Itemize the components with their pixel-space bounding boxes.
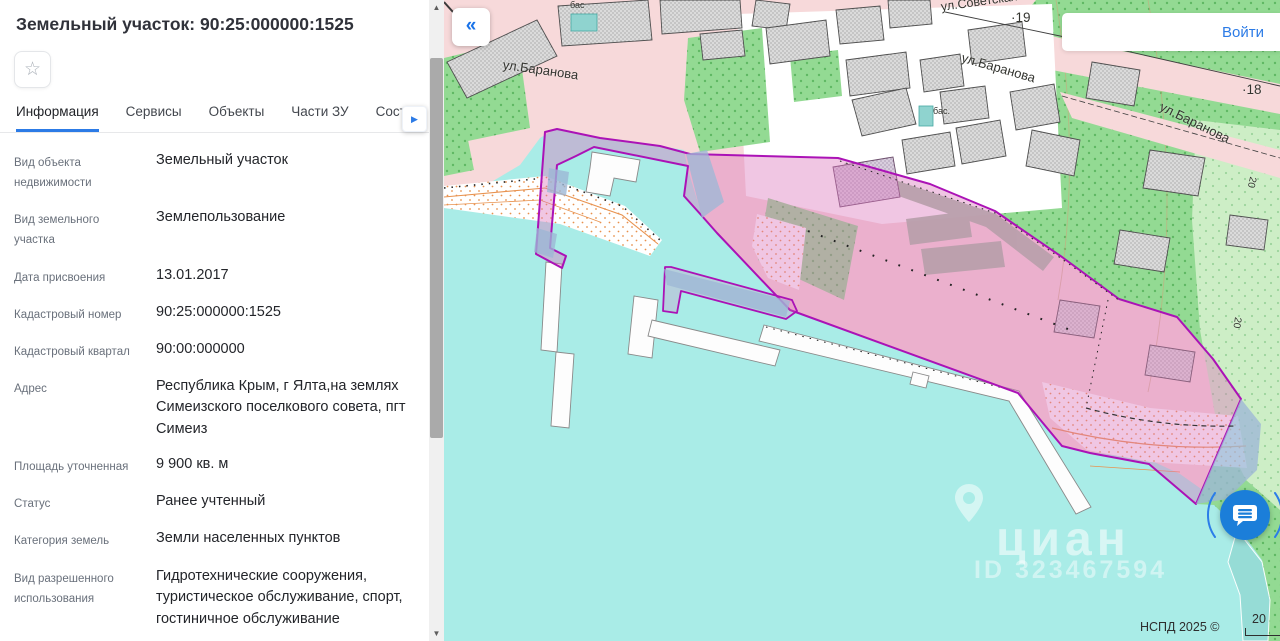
tab-2[interactable]: Объекты (209, 104, 265, 132)
scrollbar-thumb[interactable] (430, 58, 443, 438)
login-button[interactable]: Войти (1222, 24, 1264, 41)
field-row: Площадь уточненная 9 900 кв. м (14, 454, 416, 477)
field-value: Ранее учтенный (156, 491, 416, 514)
tab-1[interactable]: Сервисы (126, 104, 182, 132)
field-value: 90:25:000000:1525 (156, 302, 416, 325)
map-attribution: НСПД 2025 © (1140, 620, 1219, 634)
field-label: Площадь уточненная (14, 454, 142, 477)
field-value: 90:00:000000 (156, 339, 416, 362)
fields-list: Вид объекта недвижимости Земельный участо… (14, 150, 416, 641)
chat-button[interactable] (1220, 490, 1270, 540)
field-label: Вид объекта недвижимости (14, 150, 142, 193)
tabs-divider (0, 132, 429, 133)
scale-value: 20 (1252, 612, 1266, 626)
favorite-button[interactable]: ☆ (14, 51, 51, 88)
field-label: Кадастровый квартал (14, 339, 142, 362)
tabs-next-button[interactable]: ▶ (402, 106, 427, 132)
scale-line (1245, 635, 1280, 636)
field-value: Землепользование (156, 207, 416, 250)
field-label: Категория земель (14, 528, 142, 551)
tab-3[interactable]: Части ЗУ (291, 104, 348, 132)
field-value: Земли населенных пунктов (156, 528, 416, 551)
field-label: Статус (14, 491, 142, 514)
field-row: Вид объекта недвижимости Земельный участо… (14, 150, 416, 193)
field-value: Земельный участок (156, 150, 416, 193)
scroll-up-arrow[interactable]: ▲ (429, 0, 444, 15)
field-value: 13.01.2017 (156, 265, 416, 288)
map-street-label: бас. (933, 106, 950, 116)
field-label: Кадастровый номер (14, 302, 142, 325)
chat-bubble-icon (1232, 502, 1258, 528)
field-value: Гидротехнические сооружения, туристическ… (156, 566, 416, 630)
tab-bar: ИнформацияСервисыОбъектыЧасти ЗУСоста (16, 104, 413, 132)
field-label: Вид земельного участка (14, 207, 142, 250)
chevron-right-icon: ▶ (411, 114, 418, 124)
tab-0[interactable]: Информация (16, 104, 99, 132)
field-label: Вид разрешенного использования (14, 566, 142, 630)
field-value: 9 900 кв. м (156, 454, 416, 477)
map-scale-bar: 20 (1241, 612, 1280, 638)
chevrons-left-icon: « (466, 15, 477, 36)
map-canvas[interactable]: ул.Советская·19басул.Барановаул.Баранова… (444, 0, 1280, 641)
field-label: Дата присвоения (14, 265, 142, 288)
star-icon: ☆ (24, 59, 41, 80)
field-row: Вид разрешенного использованияГидротехни… (14, 566, 416, 630)
page-title: Земельный участок: 90:25:000000:1525 (16, 14, 416, 35)
field-label: Адрес (14, 376, 142, 440)
panel-scrollbar[interactable]: ▲ ▼ (429, 0, 444, 641)
field-row: Кадастровый квартал 90:00:000000 (14, 339, 416, 362)
map-street-label: бас (570, 0, 584, 10)
field-row: Дата присвоения 13.01.2017 (14, 265, 416, 288)
info-panel: Земельный участок: 90:25:000000:1525 ☆ И… (0, 0, 429, 641)
scroll-down-arrow[interactable]: ▼ (429, 626, 444, 641)
map-street-label: ·18 (1242, 82, 1262, 97)
panel-collapse-button[interactable]: « (452, 8, 490, 46)
login-bar: Войти (1062, 13, 1280, 51)
map-street-label: 20 (1230, 316, 1243, 329)
field-row: Вид земельного участка Землепользование (14, 207, 416, 250)
map-art (444, 0, 1280, 641)
field-row: Кадастровый номер 90:25:000000:1525 (14, 302, 416, 325)
field-row: Категория земель Земли населенных пунктов (14, 528, 416, 551)
field-row: АдресРеспублика Крым, г Ялта,на землях С… (14, 376, 416, 440)
map-street-label: ·19 (1011, 10, 1031, 25)
field-row: Статус Ранее учтенный (14, 491, 416, 514)
field-value: Республика Крым, г Ялта,на землях Симеиз… (156, 376, 416, 440)
